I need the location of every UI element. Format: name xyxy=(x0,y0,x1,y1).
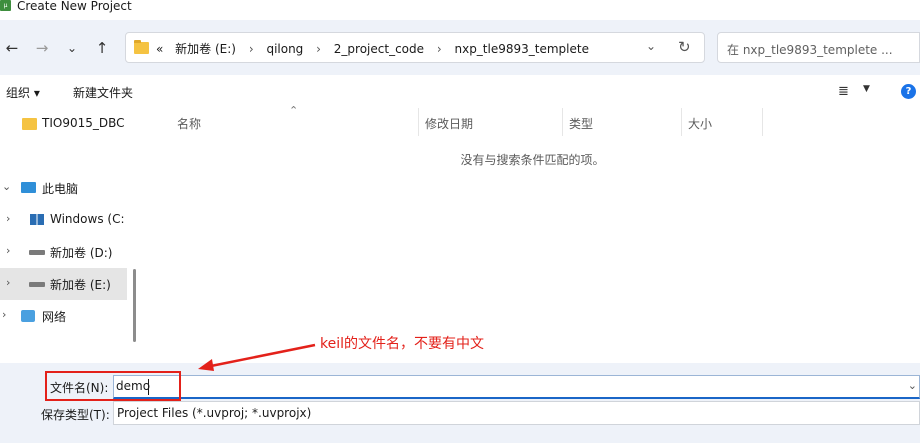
sidebar-item-label: 新加卷 (D:) xyxy=(50,246,113,260)
filetype-select[interactable]: Project Files (*.uvproj; *.uvprojx) xyxy=(113,401,920,425)
keil-app-icon: μ xyxy=(0,0,11,11)
chevron-right-icon[interactable]: › xyxy=(6,244,10,257)
address-dropdown-icon[interactable]: ⌄ xyxy=(646,39,656,53)
file-list: ⌃ 名称 修改日期 类型 大小 没有与搜索条件匹配的项。 xyxy=(145,104,920,363)
search-box[interactable]: 在 nxp_tle9893_templete ... xyxy=(717,32,920,63)
refresh-icon[interactable]: ↻ xyxy=(678,38,691,56)
sidebar-item-this-pc[interactable]: ⌄ 此电脑 xyxy=(0,172,127,204)
column-header-type[interactable]: 类型 xyxy=(563,108,681,136)
chevron-right-icon[interactable]: › xyxy=(6,212,10,225)
filetype-value[interactable]: Project Files (*.uvproj; *.uvprojx) xyxy=(117,406,311,420)
chevron-right-icon[interactable]: › xyxy=(437,42,442,56)
breadcrumb-item-current-folder[interactable]: nxp_tle9893_templete xyxy=(454,42,588,56)
sidebar-item-label: 网络 xyxy=(42,310,67,324)
drive-icon xyxy=(29,282,45,287)
navigation-bar: ← → ⌄ ↑ « 新加卷 (E:) › qilong › 2_project_… xyxy=(0,20,920,75)
column-header-size[interactable]: 大小 xyxy=(682,108,762,136)
column-header-modified[interactable]: 修改日期 xyxy=(419,108,562,136)
sidebar-item-label: 此电脑 xyxy=(42,182,79,196)
folder-icon xyxy=(134,40,149,54)
forward-arrow-icon[interactable]: → xyxy=(32,38,52,58)
column-header-label: 类型 xyxy=(569,117,594,131)
sidebar-item-drive-d[interactable]: › 新加卷 (D:) xyxy=(0,236,127,268)
address-bar[interactable]: « 新加卷 (E:) › qilong › 2_project_code › n… xyxy=(125,32,705,63)
network-icon xyxy=(21,310,35,322)
sidebar-item-drive-e[interactable]: › 新加卷 (E:) xyxy=(0,268,127,300)
sidebar-item-label: 新加卷 (E:) xyxy=(50,278,111,292)
column-header-label: 大小 xyxy=(688,117,713,131)
sidebar-scrollbar[interactable] xyxy=(133,269,136,342)
chevron-right-icon[interactable]: › xyxy=(6,276,10,289)
sidebar-item-label: TIO9015_DBC xyxy=(42,116,125,130)
sidebar-item-tio9015-dbc[interactable]: TIO9015_DBC xyxy=(0,108,127,140)
breadcrumb-item-project-code[interactable]: 2_project_code xyxy=(334,42,424,56)
organize-button[interactable]: 组织 ▾ xyxy=(6,84,40,101)
search-input[interactable]: 在 nxp_tle9893_templete ... xyxy=(727,41,893,58)
view-options-icon[interactable]: ≣ xyxy=(838,84,849,99)
chevron-right-icon[interactable]: › xyxy=(249,42,254,56)
column-header-name[interactable]: 名称 xyxy=(145,108,418,136)
breadcrumb-overflow[interactable]: « xyxy=(156,42,163,56)
annotation-highlight-box xyxy=(45,371,181,401)
breadcrumb-item-qilong[interactable]: qilong xyxy=(266,42,303,56)
back-arrow-icon[interactable]: ← xyxy=(2,38,22,58)
view-dropdown-icon[interactable]: ▼ xyxy=(863,84,870,94)
recent-locations-chevron-icon[interactable]: ⌄ xyxy=(62,38,82,58)
filename-field[interactable]: demo ⌄ xyxy=(113,375,920,399)
annotation-arrow-icon xyxy=(198,343,316,371)
sidebar-item-label: Windows (C: xyxy=(50,212,125,226)
up-arrow-icon[interactable]: ↑ xyxy=(92,38,112,58)
chevron-right-icon[interactable]: › xyxy=(316,42,321,56)
drive-icon xyxy=(29,250,45,255)
sidebar-item-network[interactable]: › 网络 xyxy=(0,300,127,332)
column-header-label: 修改日期 xyxy=(425,117,474,131)
chevron-down-icon[interactable]: ⌄ xyxy=(2,180,11,193)
sidebar-item-drive-c[interactable]: › Windows (C: xyxy=(0,204,127,236)
folder-icon xyxy=(22,118,37,130)
column-divider[interactable] xyxy=(762,108,763,136)
filetype-label: 保存类型(T): xyxy=(41,408,110,422)
navigation-pane: TIO9015_DBC ⌄ 此电脑 › Windows (C: › 新加卷 (D… xyxy=(0,108,145,363)
column-header-label: 名称 xyxy=(177,117,202,131)
computer-icon xyxy=(21,182,36,193)
chevron-down-icon[interactable]: ⌄ xyxy=(908,379,917,392)
title-bar: μ Create New Project xyxy=(0,0,920,20)
windows-drive-icon xyxy=(30,214,44,225)
breadcrumb-item-drive-e[interactable]: 新加卷 (E:) xyxy=(175,40,236,57)
new-folder-button[interactable]: 新建文件夹 xyxy=(73,84,133,101)
command-toolbar: 组织 ▾ 新建文件夹 ≣ ▼ ? xyxy=(0,75,920,108)
help-icon[interactable]: ? xyxy=(901,84,916,99)
window-title: Create New Project xyxy=(17,0,132,13)
breadcrumb: « 新加卷 (E:) › qilong › 2_project_code › n… xyxy=(156,40,589,57)
annotation-text: keil的文件名，不要有中文 xyxy=(320,336,485,352)
empty-results-message: 没有与搜索条件匹配的项。 xyxy=(460,153,605,167)
chevron-right-icon[interactable]: › xyxy=(2,308,6,321)
